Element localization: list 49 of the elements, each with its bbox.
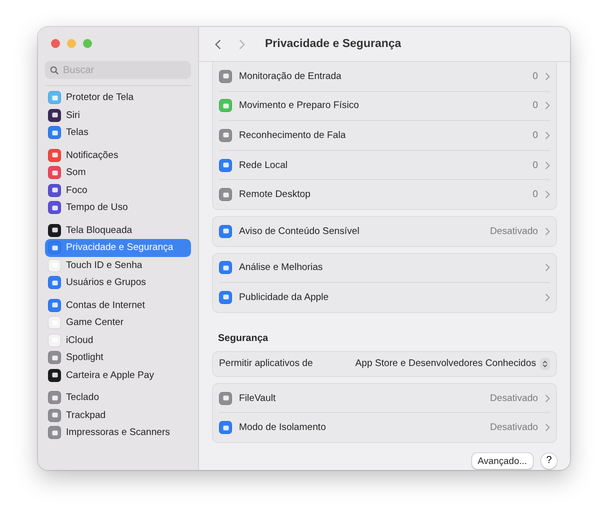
chevron-icon [545, 101, 550, 110]
advanced-button[interactable]: Avançado... [472, 452, 533, 469]
sidebar-item[interactable]: Tela Bloqueada [45, 222, 191, 239]
chevron-icon [545, 190, 550, 200]
sidebar-item[interactable]: Contas de Internet [45, 296, 191, 314]
settings-row[interactable]: Modo de Isolamento Desativado [219, 413, 550, 442]
sidebar-item[interactable]: Impressoras e Scanners [45, 424, 191, 442]
sidebar-item[interactable]: Siri [45, 106, 191, 124]
sidebar-item[interactable]: Carteira e Apple Pay [45, 366, 191, 384]
sidebar-item[interactable]: Telas [45, 124, 191, 142]
sidebar-item[interactable]: Game Center [45, 314, 191, 332]
settings-row[interactable]: Reconhecimento de Fala 0 [219, 121, 550, 151]
minimize-button[interactable] [67, 39, 76, 48]
sidebar-item[interactable]: Touch ID e Senha [45, 256, 191, 274]
settings-row[interactable]: Publicidade da Apple [219, 283, 550, 312]
settings-row[interactable]: Remote Desktop 0 [219, 180, 550, 209]
settings-row[interactable]: FileVault Desativado [219, 384, 550, 414]
sidebar-item[interactable]: Protetor de Tela [45, 89, 191, 106]
page-title: Privacidade e Segurança [265, 38, 402, 50]
chevron-icon [545, 160, 550, 170]
sidebar-item[interactable]: Teclado [45, 389, 191, 406]
sidebar-item[interactable]: Foco [45, 182, 191, 199]
popup-button[interactable]: App Store e Desenvolvedores Conhecidos [355, 358, 550, 370]
chevron-icon [545, 292, 550, 302]
chevron-icon [545, 263, 550, 272]
sidebar-item[interactable]: Privacidade e Segurança [45, 239, 191, 256]
settings-row[interactable]: Aviso de Conteúdo Sensível Desativado [219, 216, 550, 246]
sidebar-item[interactable]: iCloud [45, 332, 191, 349]
section-heading: Segurança [218, 332, 270, 344]
close-button[interactable] [51, 39, 60, 48]
sidebar-item[interactable]: Trackpad [45, 406, 191, 424]
sidebar-item[interactable]: Tempo de Uso [45, 199, 191, 216]
settings-row[interactable]: Análise e Melhorias [219, 254, 550, 284]
settings-row[interactable]: Rede Local 0 [219, 150, 550, 180]
zoom-button[interactable] [83, 39, 92, 48]
sidebar-item[interactable]: Spotlight [45, 349, 191, 366]
settings-row[interactable]: Movimento e Preparo Físico 0 [219, 92, 550, 122]
chevron-icon [545, 72, 550, 81]
sidebar-item[interactable]: Som [45, 164, 191, 182]
settings-row[interactable]: Monitoração de Entrada 0 [219, 62, 550, 92]
chevron-icon [545, 394, 550, 403]
sidebar-item[interactable]: Usuários e Grupos [45, 274, 191, 292]
chevron-icon [545, 130, 550, 140]
chevron-icon [545, 226, 550, 236]
chevron-icon [545, 423, 550, 432]
setting-label: Permitir aplicativos de [219, 358, 314, 370]
help-button[interactable]: ? [541, 452, 557, 469]
stepper-icon [540, 358, 550, 370]
sidebar-item[interactable]: Notificações [45, 146, 191, 164]
